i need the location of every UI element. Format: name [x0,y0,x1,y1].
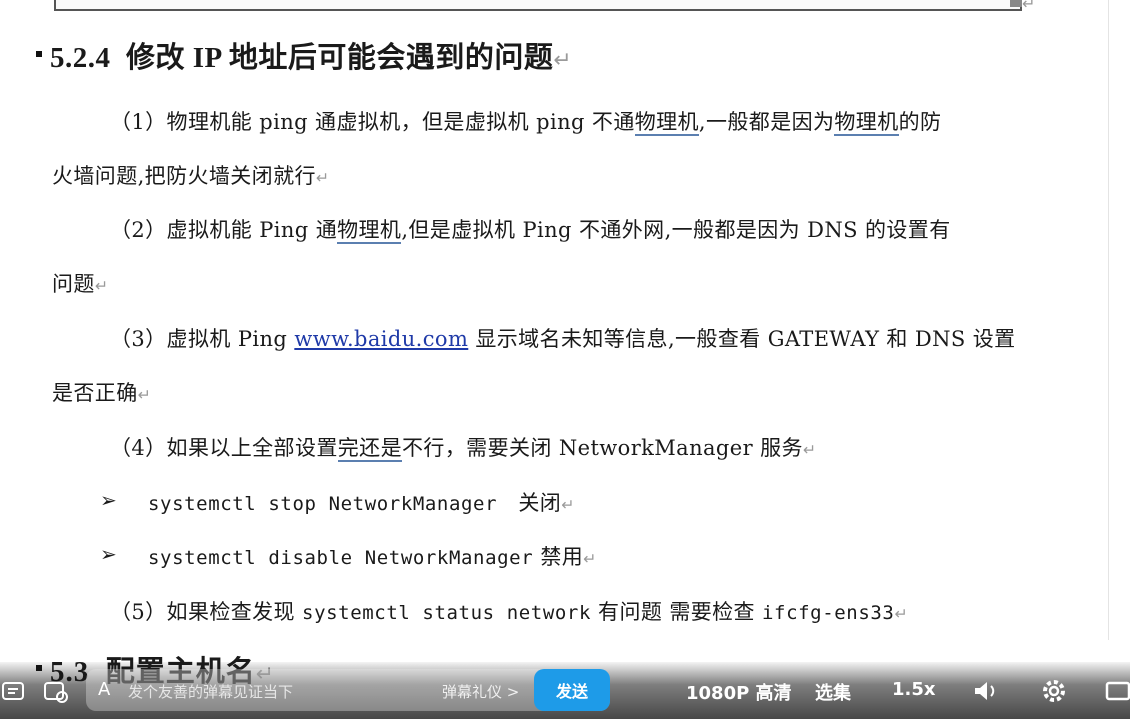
arrow-bullet-icon: ➢ [100,542,117,566]
underlined-term: 物理机 [834,110,899,136]
return-mark: ↵ [315,168,330,187]
document-page: ↵ 5.2.4 修改 IP 地址后可能会遇到的问题↵ （1）物理机能 ping … [0,0,1130,719]
danmu-toggle-icon[interactable] [0,677,28,705]
text-span: （3）虚拟机 Ping [110,327,295,351]
text-span: ,但是虚拟机 Ping 不通外网,一般都是因为 DNS 的设置有 [401,218,951,242]
send-danmu-button[interactable]: 发送 [534,669,610,711]
text-span: 有问题 需要检查 [590,600,763,624]
return-mark: ↵ [137,385,152,404]
video-player-controls: A 发个友善的弹幕见证当下 弹幕礼仪 > 发送 1080P 高清 选集 1.5x [0,662,1130,719]
text-span: （5）如果检查发现 [110,600,303,624]
command-text: ifcfg-ens33 [762,602,895,624]
text-span: 问题 [52,272,95,296]
paragraph-5: （5）如果检查发现 systemctl status network 有问题 需… [110,596,908,626]
danmu-style-icon[interactable]: A [98,679,110,700]
page-margin-line [1108,0,1109,640]
command-note: 禁用 [540,545,584,569]
return-mark: ↵ [1022,0,1036,13]
text-span: 不行，需要关闭 NetworkManager 服务 [401,436,803,460]
paragraph-1-line-1: （1）物理机能 ping 通虚拟机，但是虚拟机 ping 不通物理机,一般都是因… [110,106,941,136]
paragraph-1-line-2: 火墙问题,把防火墙关闭就行↵ [52,160,329,190]
paragraph-2-line-1: （2）虚拟机能 Ping 通物理机,但是虚拟机 Ping 不通外网,一般都是因为… [110,214,951,244]
bullet-item-2: systemctl disable NetworkManager 禁用↵ [148,541,597,571]
widescreen-icon[interactable] [1104,677,1130,705]
text-span: （1）物理机能 ping 通虚拟机，但是虚拟机 ping 不通 [110,110,635,134]
command-text: systemctl disable NetworkManager [148,547,534,569]
baidu-link[interactable]: www.baidu.com [294,327,468,351]
return-mark: ↵ [894,604,909,623]
embedded-frame-bottom-edge [54,0,1022,11]
episodes-button[interactable]: 选集 [815,679,851,705]
danmu-input-placeholder[interactable]: 发个友善的弹幕见证当下 [128,681,293,702]
text-span: 是否正确 [52,381,138,405]
command-text: systemctl stop NetworkManager [148,493,498,515]
underlined-term: 物理机 [634,110,699,136]
paragraph-2-line-2: 问题↵ [52,268,108,298]
danmu-settings-icon[interactable] [42,677,70,705]
underlined-term: 物理机 [337,218,402,244]
section-number: 5.2.4 [50,42,111,74]
command-text: systemctl status network [302,602,591,624]
bullet-item-1: systemctl stop NetworkManager 关闭↵ [148,487,575,517]
return-mark: ↵ [561,495,575,514]
return-mark: ↵ [553,48,573,73]
text-span: （2）虚拟机能 Ping 通 [110,218,338,242]
command-note: 关闭 [518,491,562,515]
return-mark: ↵ [94,276,109,295]
paragraph-3-line-2: 是否正确↵ [52,377,151,407]
underlined-term: 完还是 [337,436,402,462]
text-span: 的防 [898,110,942,134]
danmu-input-box[interactable]: A 发个友善的弹幕见证当下 弹幕礼仪 > 发送 [86,669,610,711]
heading-bullet-icon [36,51,42,58]
text-span: ,一般都是因为 [698,110,835,134]
paragraph-3-line-1: （3）虚拟机 Ping www.baidu.com 显示域名未知等信息,一般查看… [110,323,1016,353]
playback-speed-button[interactable]: 1.5x [892,679,936,700]
arrow-bullet-icon: ➢ [100,488,117,512]
danmu-etiquette-link[interactable]: 弹幕礼仪 > [442,681,519,702]
paragraph-4: （4）如果以上全部设置完还是不行，需要关闭 NetworkManager 服务↵ [110,432,817,462]
text-span: 显示域名未知等信息,一般查看 GATEWAY 和 DNS 设置 [468,327,1016,351]
section-title: 修改 IP 地址后可能会遇到的问题 [126,42,554,74]
return-mark: ↵ [583,549,597,568]
volume-icon[interactable] [971,677,999,705]
settings-icon[interactable] [1040,677,1068,705]
text-span: 火墙问题,把防火墙关闭就行 [52,164,316,188]
section-heading: 5.2.4 修改 IP 地址后可能会遇到的问题↵ [36,34,572,76]
quality-selector[interactable]: 1080P 高清 [686,679,792,705]
text-span: （4）如果以上全部设置 [110,436,338,460]
return-mark: ↵ [802,440,817,459]
frame-scroll-thumb [1010,0,1022,7]
